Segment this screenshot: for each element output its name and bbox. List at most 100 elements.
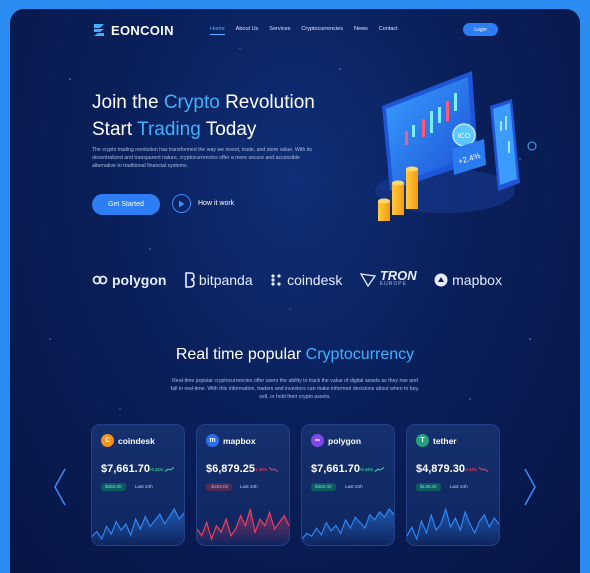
coin-glyph: T	[420, 437, 425, 444]
trend-down-icon	[269, 467, 279, 472]
bitpanda-logo-icon	[185, 272, 195, 288]
section-title: Real time popular Cryptocurrency	[10, 346, 580, 364]
crypto-card-coindesk[interactable]: Ccoindesk $7,661.70 +6.34% $383.00 Last 24h	[91, 424, 185, 546]
coin-glyph: ∞	[315, 437, 320, 444]
partner-mapbox-label: mapbox	[452, 272, 502, 288]
partner-logos: polygon bitpanda coindesk TRON EUROPE ma…	[92, 268, 502, 289]
hero-text: Start	[92, 119, 138, 140]
card-change-value: -1.34%	[254, 467, 268, 472]
hero-heading: Join the Crypto Revolution Start Trading…	[92, 89, 315, 143]
brand[interactable]: EONCOIN	[92, 22, 174, 38]
card-period-label: Last 24h	[450, 484, 468, 489]
card-price: $7,661.70	[311, 463, 360, 475]
partner-coindesk[interactable]: coindesk	[270, 272, 342, 288]
crypto-trading-illustration: ICO +2.4%	[375, 71, 537, 221]
card-period-label: Last 24h	[345, 484, 363, 489]
card-header: m mapbox	[206, 434, 256, 447]
polygon-coin-icon: ∞	[311, 434, 324, 447]
section-title-accent: Cryptocurrency	[305, 346, 415, 363]
trend-down-icon	[479, 467, 489, 472]
section-description: Real-time popular cryptocurrencies offer…	[170, 378, 420, 400]
card-coin-name: tether	[433, 435, 457, 446]
card-change-value: +6.34%	[359, 467, 374, 472]
card-price-chart	[92, 507, 184, 545]
mapbox-logo-icon	[434, 273, 448, 287]
nav-item-home[interactable]: Home	[210, 26, 225, 35]
coindesk-coin-icon: C	[101, 434, 114, 447]
card-period-label: Last 24h	[240, 484, 258, 489]
card-change: -1.34%	[254, 467, 279, 472]
section-title-text: Real time popular	[175, 346, 306, 363]
hero-text: Today	[200, 119, 257, 140]
card-header: Ccoindesk	[101, 434, 155, 447]
how-it-work-label: How it work	[198, 200, 235, 207]
card-header: Ttether	[416, 434, 457, 447]
card-header: ∞ polygon	[311, 434, 361, 447]
coin-glyph: m	[209, 437, 216, 444]
crypto-card-tether[interactable]: Ttether $4,879.30 -4.34% $138.00 Last 24h	[406, 424, 500, 546]
card-price-chart	[407, 507, 499, 545]
ico-label: ICO	[458, 133, 471, 140]
coin-glyph: C	[104, 437, 111, 444]
card-change-amount: $383.00	[101, 483, 126, 491]
carousel-next-arrow-icon[interactable]	[522, 467, 538, 507]
nav-item-services[interactable]: Services	[269, 26, 290, 35]
play-icon	[172, 194, 191, 213]
card-coin-name: mapbox	[223, 435, 256, 446]
tron-logo-icon	[359, 273, 376, 287]
card-coin-name: polygon	[328, 435, 362, 446]
nav-item-news[interactable]: News	[354, 26, 368, 35]
partner-tron[interactable]: TRON EUROPE	[359, 268, 417, 289]
card-change-amount: $138.00	[416, 483, 441, 491]
hero-description: The crypto trading revolution has transf…	[92, 147, 312, 169]
hero-accent-text: Crypto	[163, 92, 220, 113]
card-change: -4.34%	[464, 467, 489, 472]
card-change-amount: -$253.00	[206, 483, 233, 491]
login-button[interactable]: Login	[463, 23, 498, 36]
trend-up-icon	[375, 467, 385, 472]
top-navbar: EONCOIN Home About Us Services Cryptocur…	[10, 9, 580, 53]
sparkline-area	[197, 509, 289, 545]
partner-polygon-label: polygon	[112, 272, 167, 288]
hero-accent-text: Trading	[137, 119, 201, 140]
partner-tron-sub: EUROPE	[379, 281, 407, 287]
card-price: $4,879.30	[416, 463, 465, 475]
trend-up-icon	[165, 467, 175, 472]
partner-bitpanda-label: bitpanda	[198, 272, 253, 288]
carousel-prev-arrow-icon[interactable]	[52, 467, 68, 507]
card-price-chart	[197, 508, 289, 545]
card-change-amount: $383.00	[311, 483, 336, 491]
main-menu: Home About Us Services Cryptocurrencies …	[210, 26, 398, 35]
crypto-card-polygon[interactable]: ∞ polygon $7,661.70 +6.34% $383.00 Last 24h	[301, 424, 395, 546]
partner-bitpanda[interactable]: bitpanda	[184, 272, 253, 288]
how-it-work-button[interactable]: How it work	[172, 194, 234, 213]
get-started-button[interactable]: Get Started	[92, 194, 160, 215]
coindesk-logo-icon	[271, 274, 281, 286]
card-price-chart	[302, 508, 394, 545]
partner-coindesk-label: coindesk	[287, 272, 343, 288]
card-price: $6,879.25	[206, 463, 255, 475]
card-change-value: -4.34%	[464, 467, 478, 472]
hero-text: Revolution	[219, 92, 315, 113]
brand-name: EONCOIN	[111, 22, 174, 38]
card-price: $7,661.70	[101, 463, 150, 475]
nav-item-about[interactable]: About Us	[236, 26, 259, 35]
card-change: +6.34%	[359, 467, 385, 472]
partner-polygon[interactable]: polygon	[92, 272, 166, 288]
crypto-card-mapbox[interactable]: m mapbox $6,879.25 -1.34% -$253.00 Last 24h	[196, 424, 290, 546]
tether-coin-icon: T	[416, 434, 429, 447]
sparkline-area	[302, 509, 394, 545]
card-change-value: +6.34%	[149, 467, 164, 472]
nav-item-contact[interactable]: Contact	[379, 26, 398, 35]
partner-mapbox[interactable]: mapbox	[434, 272, 502, 288]
card-period-label: Last 24h	[135, 484, 153, 489]
polygon-logo-icon	[92, 275, 108, 285]
hero-text: Join the	[92, 92, 164, 113]
sparkline-area	[407, 509, 499, 545]
eoncoin-logo-icon	[94, 24, 104, 36]
nav-item-cryptocurrencies[interactable]: Cryptocurrencies	[301, 26, 343, 35]
card-change: +6.34%	[149, 467, 175, 472]
partner-tron-label: TRON	[379, 268, 417, 283]
page-frame: EONCOIN Home About Us Services Cryptocur…	[10, 9, 580, 573]
mapbox-coin-icon: m	[206, 434, 219, 447]
